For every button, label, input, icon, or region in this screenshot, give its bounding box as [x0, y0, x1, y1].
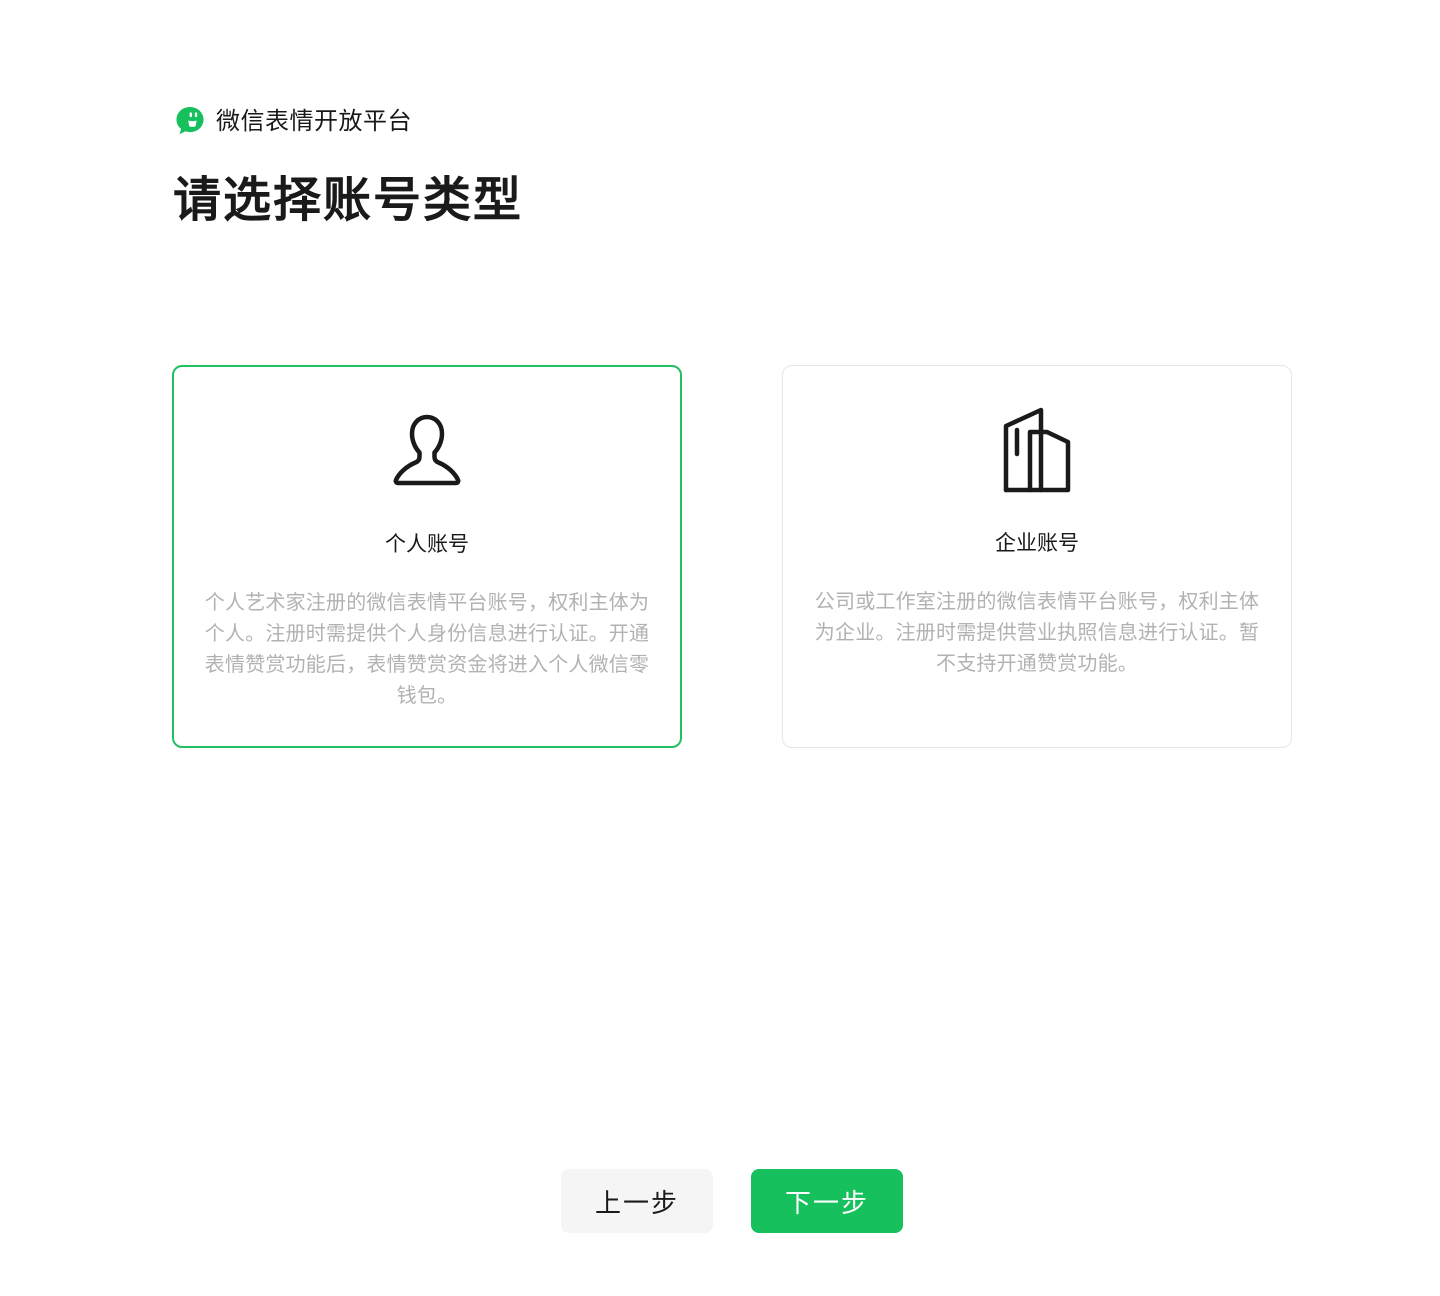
prev-step-button[interactable]: 上一步 [561, 1169, 713, 1233]
wechat-sticker-logo-icon [174, 105, 206, 137]
personal-account-card[interactable]: 个人账号 个人艺术家注册的微信表情平台账号，权利主体为个人。注册时需提供个人身份… [172, 365, 682, 748]
building-icon [989, 406, 1085, 502]
personal-account-description: 个人艺术家注册的微信表情平台账号，权利主体为个人。注册时需提供个人身份信息进行认… [204, 590, 650, 707]
brand-header: 微信表情开放平台 [174, 103, 412, 139]
account-type-options: 个人账号 个人艺术家注册的微信表情平台账号，权利主体为个人。注册时需提供个人身份… [172, 365, 1292, 749]
enterprise-account-card[interactable]: 企业账号 公司或工作室注册的微信表情平台账号，权利主体为企业。注册时需提供营业执… [782, 365, 1292, 748]
brand-name: 微信表情开放平台 [216, 107, 412, 135]
enterprise-account-title: 企业账号 [995, 531, 1079, 555]
person-icon [379, 407, 475, 503]
next-step-button[interactable]: 下一步 [751, 1169, 903, 1233]
personal-account-title: 个人账号 [385, 532, 469, 556]
enterprise-account-description: 公司或工作室注册的微信表情平台账号，权利主体为企业。注册时需提供营业执照信息进行… [814, 589, 1260, 675]
page-title: 请选择账号类型 [173, 172, 524, 228]
